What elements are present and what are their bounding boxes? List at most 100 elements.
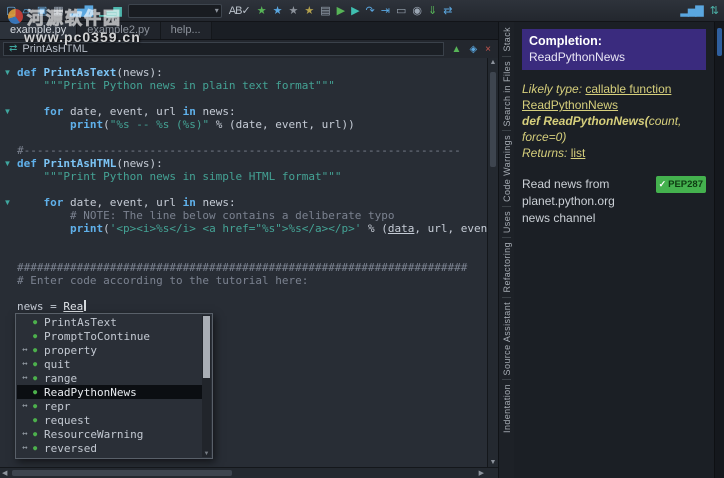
- code-line[interactable]: [17, 131, 498, 144]
- autocomplete-scrollbar[interactable]: ▼: [202, 315, 211, 457]
- scroll-down-icon[interactable]: ▼: [488, 459, 498, 466]
- bookmark-prev-icon[interactable]: ★: [288, 1, 298, 21]
- autocomplete-item[interactable]: ↔ ● quit: [17, 357, 202, 371]
- fold-marker-icon[interactable]: ▼: [0, 105, 15, 118]
- code-line[interactable]: [17, 183, 498, 196]
- returns-link[interactable]: list: [571, 146, 586, 160]
- stats-icon[interactable]: ▂▅▇: [680, 1, 703, 21]
- scope-combo[interactable]: ⇄ PrintAsHTML: [3, 42, 444, 56]
- returns-label: Returns:: [522, 146, 571, 160]
- bookmark-add-icon[interactable]: ★: [257, 1, 267, 21]
- bookmark-clear-icon[interactable]: ★: [304, 1, 314, 21]
- editor-vertical-scrollbar[interactable]: ▲ ▼: [487, 58, 498, 467]
- symbol-dot-icon: ●: [33, 402, 38, 410]
- chart-icon[interactable]: ▁▄▆: [99, 1, 122, 21]
- scroll-right-icon[interactable]: ▶: [479, 469, 484, 477]
- tab-divider: [502, 130, 511, 132]
- code-line[interactable]: [17, 92, 498, 105]
- code-line[interactable]: print('<p><i>%s</i> <a href="%s">%s</a><…: [17, 222, 498, 235]
- code-token: in: [182, 196, 196, 209]
- code-line[interactable]: # Enter code according to the tutorial h…: [17, 274, 498, 287]
- symbol-link[interactable]: ReadPythonNews: [522, 98, 618, 112]
- fold-marker-icon[interactable]: ▼: [0, 157, 15, 170]
- download-icon[interactable]: ⇓: [428, 1, 437, 21]
- side-tab-uses[interactable]: Uses: [502, 211, 512, 233]
- code-line[interactable]: [17, 287, 498, 300]
- save-all-icon[interactable]: ▦: [53, 1, 63, 21]
- run-icon[interactable]: ▶: [337, 1, 346, 21]
- autocomplete-scrollbar-thumb[interactable]: [203, 316, 210, 378]
- scroll-up-icon[interactable]: ▲: [488, 59, 498, 66]
- toolbar-search-box[interactable]: ▾: [127, 3, 222, 18]
- step-over-icon[interactable]: ↷: [366, 1, 375, 21]
- code-line[interactable]: #---------------------------------------…: [17, 144, 498, 157]
- autocomplete-item[interactable]: ● ReadPythonNews: [17, 385, 202, 399]
- code-line[interactable]: [17, 248, 498, 261]
- autocomplete-item[interactable]: ● request: [17, 413, 202, 427]
- code-token: news:: [195, 105, 236, 118]
- autocomplete-scroll-down-icon[interactable]: ▼: [202, 451, 211, 457]
- fold-marker-icon[interactable]: ▼: [0, 196, 15, 209]
- panel-scrollbar-thumb[interactable]: [717, 28, 722, 56]
- code-editor[interactable]: ▼ ▼ ▼ ▼ def PrintAsText(news): """Print Pyt…: [0, 58, 498, 467]
- tab-example2py[interactable]: example2.py: [77, 22, 161, 39]
- likely-type-link[interactable]: callable function: [585, 82, 671, 96]
- profile-icon[interactable]: ▂▅▇: [70, 1, 93, 21]
- code-line[interactable]: news = Rea: [17, 300, 498, 313]
- autocomplete-item[interactable]: ↔ ● reversed: [17, 441, 202, 455]
- toolbar-search-input[interactable]: [130, 5, 215, 16]
- side-tab-code-warnings[interactable]: Code Warnings: [502, 135, 512, 202]
- code-line[interactable]: [17, 235, 498, 248]
- monitor-icon[interactable]: ▭: [396, 1, 406, 21]
- code-line[interactable]: for date, event, url in news:: [17, 196, 498, 209]
- search-dropdown-icon[interactable]: ▾: [215, 6, 219, 15]
- editor-hscroll-thumb[interactable]: [12, 470, 232, 476]
- autocomplete-item[interactable]: ↔ ● ResourceWarning: [17, 427, 202, 441]
- code-line[interactable]: ########################################…: [17, 261, 498, 274]
- editor-tabbar: example.py example2.py help...: [0, 22, 498, 40]
- fold-marker-icon[interactable]: ▼: [0, 66, 15, 79]
- side-tab-source-assistant[interactable]: Source Assistant: [502, 302, 512, 375]
- panel-up-icon[interactable]: ▲: [452, 44, 462, 55]
- autocomplete-item[interactable]: ● PromptToContinue: [17, 329, 202, 343]
- autocomplete-item[interactable]: ↔ ● property: [17, 343, 202, 357]
- save-icon[interactable]: ▣: [37, 1, 47, 21]
- code-line[interactable]: """Print Python news in plain text forma…: [17, 79, 498, 92]
- code-line[interactable]: print("%s -- %s (%s)" % (date, event, ur…: [17, 118, 498, 131]
- bookmark-next-icon[interactable]: ★: [273, 1, 283, 21]
- swap-icon[interactable]: ⇄: [443, 1, 452, 21]
- completion-box: Completion: ReadPythonNews: [522, 29, 706, 70]
- code-area[interactable]: def PrintAsText(news): """Print Python n…: [17, 58, 498, 313]
- spellcheck-icon[interactable]: AB✓: [229, 1, 251, 21]
- step-into-icon[interactable]: ⇥: [381, 1, 390, 21]
- autocomplete-item[interactable]: ↔ ● repr: [17, 399, 202, 413]
- debug-icon[interactable]: ▶: [351, 1, 360, 21]
- side-tab-search-in-files[interactable]: Search in Files: [502, 61, 512, 127]
- new-file-icon[interactable]: ▢: [6, 1, 16, 21]
- panel-close-icon[interactable]: ×: [485, 44, 491, 55]
- panel-scrollbar[interactable]: [714, 22, 724, 478]
- side-tab-stack[interactable]: Stack: [502, 27, 512, 52]
- autocomplete-label: repr: [44, 399, 71, 413]
- side-tab-indentation[interactable]: Indentation: [502, 384, 512, 433]
- code-line[interactable]: for date, event, url in news:: [17, 105, 498, 118]
- pep287-badge: ✓ PEP287: [655, 176, 706, 193]
- editor-vscroll-thumb[interactable]: [490, 72, 496, 167]
- scroll-left-icon[interactable]: ◀: [2, 469, 7, 477]
- tab-help[interactable]: help...: [160, 22, 212, 39]
- code-line[interactable]: # NOTE: The line below contains a delibe…: [17, 209, 498, 222]
- search-icon[interactable]: ◉: [412, 1, 422, 21]
- code-line[interactable]: def PrintAsText(news):: [17, 66, 498, 79]
- snippet-icon[interactable]: ▤: [320, 1, 330, 21]
- editor-horizontal-scrollbar[interactable]: ◀ ▶: [0, 467, 498, 478]
- side-tab-refactoring[interactable]: Refactoring: [502, 242, 512, 292]
- sync-icon[interactable]: ⇅: [710, 1, 719, 21]
- tab-examplepy[interactable]: example.py: [0, 22, 78, 39]
- panel-options-icon[interactable]: ◈: [469, 44, 477, 55]
- open-file-icon[interactable]: ▱: [22, 1, 31, 21]
- autocomplete-item[interactable]: ↔ ● range: [17, 371, 202, 385]
- code-token: # Enter code according to the tutorial h…: [17, 274, 309, 287]
- code-line[interactable]: """Print Python news in simple HTML form…: [17, 170, 498, 183]
- code-line[interactable]: def PrintAsHTML(news):: [17, 157, 498, 170]
- autocomplete-item[interactable]: ● PrintAsText: [17, 315, 202, 329]
